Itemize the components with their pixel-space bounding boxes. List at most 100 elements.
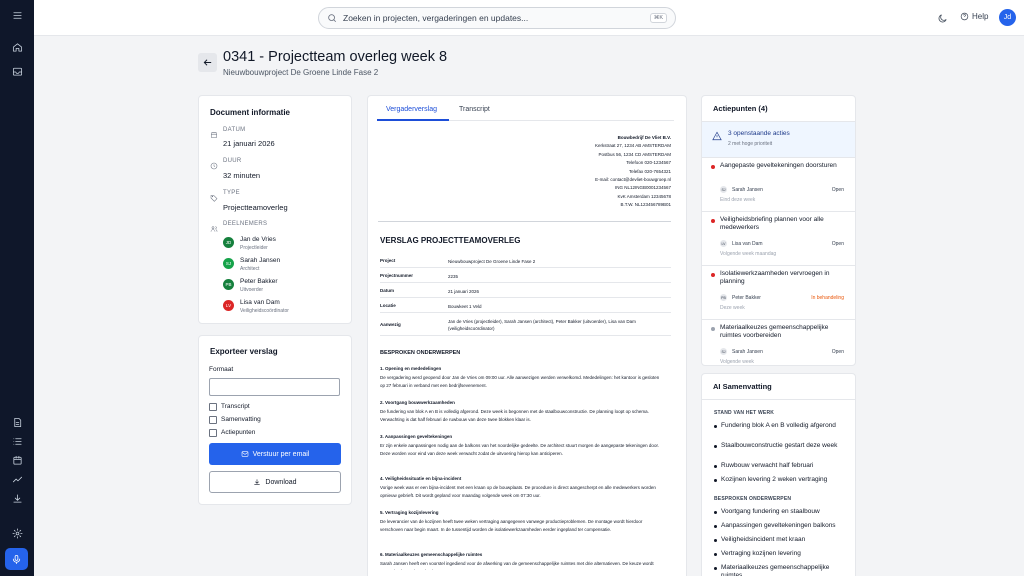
activity-icon[interactable] [0,469,34,489]
report-document: Bouwbedrijf De Vliet B.V. Kerkstraat 27,… [378,134,671,570]
calendar-icon [210,126,218,138]
topic-heading: 2. Voortgang bouwwerkzaamheden [380,400,455,405]
dark-mode-icon[interactable] [937,11,948,29]
action-status: Open [831,241,844,247]
export-card: Exporteer verslag Formaat Transcript Sam… [198,335,352,505]
report-card: Vergaderverslag Transcript Bouwbedrijf D… [367,95,687,576]
participant-name: Peter Bakker [240,278,278,285]
topics-summary-heading: BESPROKEN ONDERWERPEN [714,496,792,502]
priority-dot [711,219,715,223]
action-title: Isolatiewerkzaamheden vervroegen in plan… [720,270,830,285]
company-postbox: Postbus 56, 1234 CD AMSTERDAM [598,151,671,157]
status-heading: STAND VAN HET WERK [714,410,775,416]
active-tab-indicator [377,119,449,121]
summary-item: Fundering blok A en B volledig afgerond [714,422,849,430]
user-avatar[interactable]: Jd [999,9,1016,26]
tag-icon [210,189,218,202]
download-nav-icon[interactable] [0,488,34,508]
company-name: Bouwbedrijf De Vliet B.V. [617,135,671,140]
send-email-button[interactable]: Verstuur per email [209,443,341,465]
participant-role: Uitvoerder [240,287,264,293]
open-actions-banner: 3 openstaande acties 2 met hoge priorite… [702,122,855,158]
clock-icon [210,157,218,170]
priority-dot [711,165,715,169]
action-items-checkbox[interactable] [209,429,217,437]
tab-transcript[interactable]: Transcript [459,106,490,113]
summary-item: Aanpassingen geveltekeningen balkons [714,522,849,530]
action-due: Deze week [720,305,745,311]
action-title: Aangepaste geveltekeningen doorsturen [720,162,837,169]
topic-heading: 3. Aanpassingen gevelteken­ingen [380,434,453,439]
assignee-name: Sarah Jansen [732,349,763,355]
settings-icon[interactable] [0,523,34,543]
action-items-card: Actiepunten (4) 3 openstaande acties 2 m… [701,95,856,366]
assignee-avatar: PB [720,294,727,301]
search-icon [328,14,337,23]
inbox-icon[interactable] [0,61,34,81]
action-due: Volgende week maandag [720,251,777,257]
warning-icon [712,131,722,141]
duration-label: DUUR [223,158,242,164]
participant-role: Architect [240,266,260,272]
page-title: 0341 - Projectteam overleg week 8 [223,49,448,65]
menu-icon[interactable] [0,5,34,25]
topic-heading: 4. Veiligheidssituatie en bijna-incident [380,476,462,481]
action-item[interactable]: Isolatiewerkzaamheden vervroegen in plan… [702,266,855,320]
topic-text: De vergadering werd geopend door Jan de … [380,375,660,388]
transcript-checkbox-label: Transcript [221,403,250,410]
download-button[interactable]: Download [209,471,341,493]
action-items-header: Actiepunten (4) [702,96,855,122]
tab-meeting-report[interactable]: Vergaderverslag [386,106,437,113]
ai-summary-title: AI Samenvatting [713,382,772,391]
download-label: Download [265,478,297,486]
topics-heading: BESPROKEN ONDERWERPEN [380,350,461,356]
action-item[interactable]: Aangepaste geveltekeningen doorsturen SJ… [702,158,855,212]
arrow-left-icon [203,59,212,66]
format-input[interactable] [209,378,340,396]
divider [378,221,671,222]
summary-checkbox[interactable] [209,416,217,424]
assignee-avatar: SJ [720,348,727,355]
microphone-button[interactable] [5,548,28,570]
format-label: Formaat [209,366,234,373]
report-tabs: Vergaderverslag Transcript [377,96,674,121]
send-email-label: Verstuur per email [252,450,310,458]
participant-name: Jan de Vries [240,236,276,243]
export-title: Exporteer verslag [210,347,278,356]
help-button[interactable]: Help [960,12,988,21]
top-bar: Zoeken in projecten, vergaderingen en up… [34,0,1024,36]
date-label: DATUM [223,127,246,133]
users-icon [210,220,218,232]
summary-item: Kozijnen levering 2 weken vertraging [714,476,849,484]
participant-avatar: LV [223,300,234,311]
transcript-checkbox[interactable] [209,403,217,411]
list-icon[interactable] [0,431,34,451]
priority-dot [711,327,715,331]
ai-summary-card: AI Samenvatting STAND VAN HET WERK Funde… [701,373,856,576]
calendar-icon[interactable] [0,450,34,470]
action-item[interactable]: Veiligheidsbriefing plannen voor alle me… [702,212,855,266]
type-label: TYPE [223,190,240,196]
assignee-name: Lisa van Dam [732,241,763,247]
company-fax: Telefax 020-7654321 [628,168,671,174]
topic-text: De fundering van blok A en B is volledig… [380,409,649,422]
summary-item: Veiligheidsincident met kraan [714,536,849,544]
document-icon[interactable] [0,412,34,432]
participants-label: DEELNEMERS [223,221,268,227]
assignee-name: Sarah Jansen [732,187,763,193]
ai-summary-header: AI Samenvatting [702,374,855,400]
home-icon[interactable] [0,37,34,57]
search-placeholder: Zoeken in projecten, vergaderingen en up… [343,13,529,23]
back-button[interactable] [198,53,217,72]
action-title: Veiligheidsbriefing plannen voor alle me… [720,216,824,231]
action-due: Volgende week [720,359,754,365]
topic-heading: 1. Opening en mededelingen [380,366,442,371]
page-subtitle: Nieuwbouwproject De Groene Linde Fase 2 [223,68,379,77]
action-item[interactable]: Materiaalkeuzes gemeenschappelijke ruimt… [702,320,855,365]
mail-icon [241,451,248,457]
search-input[interactable]: Zoeken in projecten, vergaderingen en up… [318,7,676,29]
summary-item: Voortgang fundering en staalbouw [714,508,849,516]
company-vat: B.T.W. NL123456789B01 [620,202,671,208]
type-value: Projectteamoverleg [223,203,288,212]
participant-name: Sarah Jansen [240,257,281,264]
